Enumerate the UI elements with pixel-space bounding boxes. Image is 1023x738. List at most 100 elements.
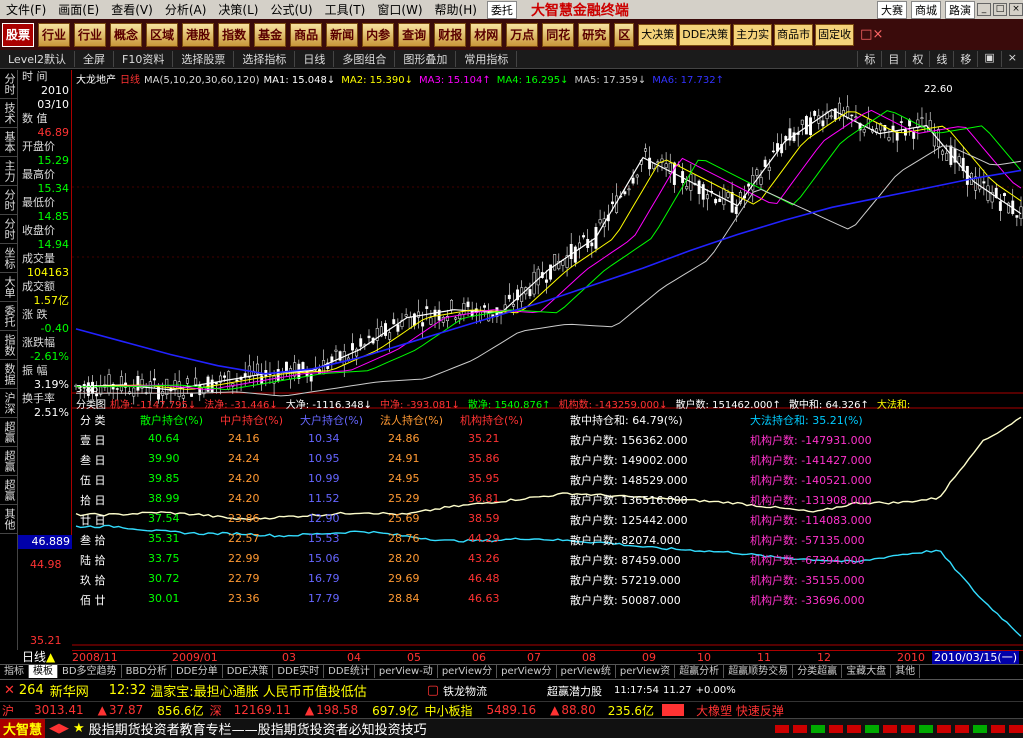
- left-tab-11[interactable]: 沪深: [0, 389, 17, 418]
- left-tab-0[interactable]: 分时: [0, 70, 17, 99]
- toolbar-button-16[interactable]: 研究: [578, 22, 611, 47]
- menu-item-1[interactable]: 画面(E): [52, 1, 105, 18]
- toolbar-close-icon[interactable]: □×: [860, 27, 883, 42]
- bottom-tab-5[interactable]: DDE决策: [223, 665, 274, 678]
- subbar-item-7[interactable]: 图形叠加: [395, 51, 457, 67]
- toolbar-right-button-3[interactable]: 商品市: [774, 23, 814, 46]
- toolbar-button-4[interactable]: 区域: [146, 22, 179, 47]
- bottom-tab-2[interactable]: BD多空趋势: [58, 665, 122, 678]
- news-tag[interactable]: 超赢潜力股: [547, 683, 602, 699]
- left-tab-1[interactable]: 技术: [0, 99, 17, 128]
- menu-right-button-0[interactable]: 大赛: [877, 0, 907, 19]
- toolbar-button-2[interactable]: 行业: [74, 22, 107, 47]
- bottom-tab-17[interactable]: 其他: [891, 665, 921, 678]
- subbar-right-4[interactable]: 移: [953, 51, 977, 67]
- toolbar-right-button-1[interactable]: DDE决策: [679, 23, 732, 46]
- bottom-tab-6[interactable]: DDE实时: [273, 665, 325, 678]
- left-tab-6[interactable]: 坐标: [0, 244, 17, 273]
- toolbar-button-12[interactable]: 财报: [434, 22, 467, 47]
- bottom-tab-4[interactable]: DDE分单: [172, 665, 223, 678]
- left-tab-4[interactable]: 分时: [0, 186, 17, 215]
- menu-right-button-2[interactable]: 路演: [945, 0, 975, 19]
- toolbar-button-11[interactable]: 查询: [398, 22, 431, 47]
- bottom-tab-11[interactable]: perView统: [557, 665, 616, 678]
- toolbar-button-6[interactable]: 指数: [218, 22, 251, 47]
- layout-icon[interactable]: ▣: [977, 51, 1000, 67]
- toolbar-button-1[interactable]: 行业: [38, 22, 71, 47]
- left-tab-9[interactable]: 指数: [0, 331, 17, 360]
- left-tab-3[interactable]: 主力: [0, 157, 17, 186]
- subbar-item-3[interactable]: 选择股票: [173, 51, 235, 67]
- toolbar-button-3[interactable]: 概念: [110, 22, 143, 47]
- cursor-price-box: 46.889: [18, 535, 72, 549]
- menu-item-2[interactable]: 查看(V): [105, 1, 159, 18]
- subbar-item-8[interactable]: 常用指标: [456, 51, 518, 67]
- menu-right-button-1[interactable]: 商城: [911, 0, 941, 19]
- arrow-icons[interactable]: ◀▶: [49, 721, 69, 736]
- subbar-right-0[interactable]: 标: [857, 51, 881, 67]
- toolbar-right-button-4[interactable]: 固定收: [815, 23, 855, 46]
- left-tab-5[interactable]: 分时: [0, 215, 17, 244]
- subbar-item-0[interactable]: Level2默认: [0, 51, 76, 67]
- minimize-icon[interactable]: _: [977, 3, 991, 16]
- news-stock[interactable]: 铁龙物流: [443, 683, 487, 699]
- bottom-tab-12[interactable]: perView资: [616, 665, 676, 678]
- bottom-tab-3[interactable]: BBD分析: [122, 665, 172, 678]
- toolbar-button-7[interactable]: 基金: [254, 22, 287, 47]
- table-cell: 16.79: [308, 572, 340, 585]
- toolbar-button-15[interactable]: 同花: [542, 22, 575, 47]
- bottom-tab-7[interactable]: DDE统计: [324, 665, 375, 678]
- left-tab-10[interactable]: 数据: [0, 360, 17, 389]
- subbar-item-6[interactable]: 多图组合: [334, 51, 396, 67]
- ticker-text[interactable]: 股指期货投资者教育专栏——股指期货投资者必知投资技巧: [89, 719, 427, 738]
- bottom-tab-1[interactable]: 模板: [29, 665, 58, 678]
- toolbar-button-13[interactable]: 材网: [470, 22, 503, 47]
- toolbar-button-17[interactable]: 区: [614, 22, 635, 47]
- toolbar-right-button-0[interactable]: 大决策: [638, 23, 678, 46]
- inst-count: 机构户数: -147931.000: [750, 434, 872, 447]
- left-tab-14[interactable]: 超赢: [0, 476, 17, 505]
- toolbar-right-button-2[interactable]: 主力实: [733, 23, 773, 46]
- bottom-tab-9[interactable]: perView分: [438, 665, 498, 678]
- bottom-tab-10[interactable]: perView分: [497, 665, 557, 678]
- close-icon[interactable]: ×: [1009, 3, 1023, 16]
- left-tab-8[interactable]: 委托: [0, 302, 17, 331]
- close-panel-icon[interactable]: ×: [1000, 51, 1023, 67]
- subbar-item-5[interactable]: 日线: [295, 51, 335, 67]
- news-headline[interactable]: 温家宝:最担心通胀 人民币币值投低估: [150, 681, 367, 700]
- left-tab-13[interactable]: 超赢: [0, 447, 17, 476]
- subbar-item-4[interactable]: 选择指标: [234, 51, 296, 67]
- menu-item-7[interactable]: 窗口(W): [371, 1, 428, 18]
- bottom-tab-14[interactable]: 超赢顺势交易: [724, 665, 794, 678]
- subbar-right-3[interactable]: 线: [929, 51, 953, 67]
- toolbar-button-0[interactable]: 股票: [2, 22, 35, 47]
- subbar-item-1[interactable]: 全屏: [75, 51, 115, 67]
- left-tab-2[interactable]: 基本: [0, 128, 17, 157]
- period-label[interactable]: 日线▲: [18, 650, 72, 664]
- left-tab-15[interactable]: 其他: [0, 505, 17, 534]
- subbar-right-2[interactable]: 权: [905, 51, 929, 67]
- left-tab-12[interactable]: 超赢: [0, 418, 17, 447]
- menu-item-6[interactable]: 工具(T): [319, 1, 372, 18]
- left-tab-7[interactable]: 大单: [0, 273, 17, 302]
- bottom-tab-8[interactable]: perView-动: [375, 665, 438, 678]
- toolbar-button-8[interactable]: 商品: [290, 22, 323, 47]
- menu-item-4[interactable]: 决策(L): [212, 1, 264, 18]
- bottom-tab-15[interactable]: 分类超赢: [793, 665, 843, 678]
- menu-item-8[interactable]: 帮助(H): [429, 1, 483, 18]
- subbar-item-2[interactable]: F10资料: [114, 51, 174, 67]
- menu-item-0[interactable]: 文件(F): [0, 1, 52, 18]
- bottom-tab-16[interactable]: 宝藏大盘: [842, 665, 892, 678]
- bottom-tab-13[interactable]: 超赢分析: [675, 665, 725, 678]
- entrust-button[interactable]: 委托: [486, 0, 517, 19]
- toolbar-button-9[interactable]: 新闻: [326, 22, 359, 47]
- bottom-tab-0[interactable]: 指标: [0, 665, 29, 678]
- menu-item-3[interactable]: 分析(A): [159, 1, 213, 18]
- restore-icon[interactable]: □: [993, 3, 1007, 16]
- toolbar-button-10[interactable]: 内参: [362, 22, 395, 47]
- toolbar-button-14[interactable]: 万点: [506, 22, 539, 47]
- toolbar-button-5[interactable]: 港股: [182, 22, 215, 47]
- menu-item-5[interactable]: 公式(U): [264, 1, 318, 18]
- close-news-icon[interactable]: ✕: [4, 683, 15, 698]
- subbar-right-1[interactable]: 目: [881, 51, 905, 67]
